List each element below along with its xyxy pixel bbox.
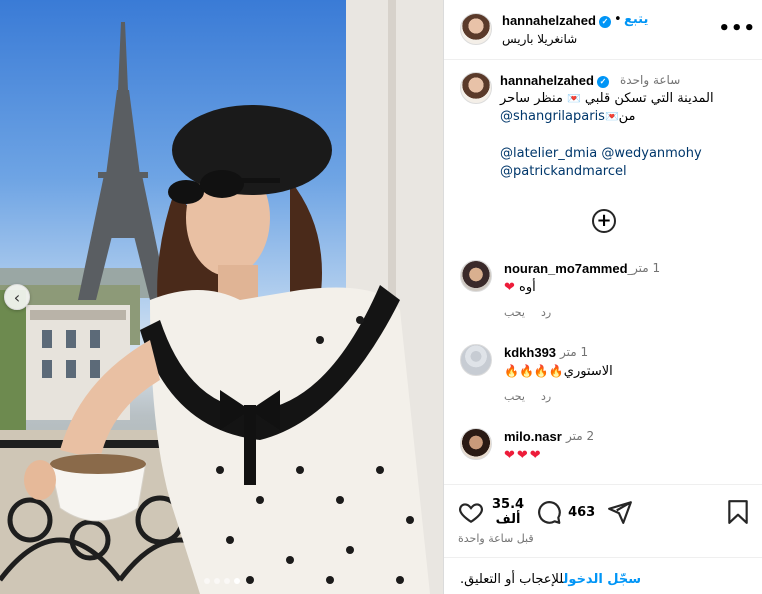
comment-username[interactable]: milo.nasr <box>504 429 562 444</box>
carousel-dot <box>213 578 220 584</box>
carousel-indicator <box>0 578 443 584</box>
envelope-heart-emoji-icon: 💌 <box>604 110 619 123</box>
share-icon[interactable] <box>607 499 633 525</box>
comment-like-button[interactable]: يحب <box>504 306 525 319</box>
verified-badge-icon: ✓ <box>598 15 611 28</box>
comment-reply-button[interactable]: رد <box>541 390 551 403</box>
post-side-panel: hannahelzahed ✓ • يتبع شانغريلا باريس •••… <box>443 0 762 594</box>
caption-text-part1: المدينة التي تسكن قلبي <box>584 91 714 106</box>
caption-tags-line1[interactable]: @latelier_dmia @wedyanmohy <box>500 145 750 163</box>
comment-time: 1 متر <box>632 261 661 275</box>
location-link[interactable]: شانغريلا باريس <box>502 32 577 46</box>
comment-avatar[interactable] <box>460 428 492 460</box>
login-prompt: سجّل الدخولللإعجاب أو التعليق. <box>460 572 641 587</box>
comment-actions: يحب رد <box>504 306 551 319</box>
author-username-text[interactable]: hannahelzahed <box>502 13 596 28</box>
verified-badge-icon: ✓ <box>596 75 609 88</box>
author-username[interactable]: hannahelzahed ✓ <box>502 13 611 28</box>
comment-icon[interactable] <box>536 499 562 525</box>
comment-username[interactable]: kdkh393 <box>504 345 556 360</box>
caption-time: ساعة واحدة <box>620 73 681 87</box>
caption-text-part2: منظر ساحر <box>500 91 563 106</box>
caption-author-avatar[interactable] <box>460 72 492 104</box>
post-photo: ‹ <box>0 0 443 594</box>
carousel-dot-active <box>233 578 240 584</box>
heart-icon[interactable] <box>458 499 484 525</box>
caption-text-line1: المدينة التي تسكن قلبي 💌 منظر ساحر <box>500 91 730 106</box>
carousel-dot <box>203 578 210 584</box>
comment-text-body: الاستوري <box>563 364 613 379</box>
action-row: 35.4 ألف 463 <box>458 497 633 527</box>
comment-like-button[interactable]: يحب <box>504 390 525 403</box>
caption-username-text[interactable]: hannahelzahed <box>500 73 594 88</box>
comment-text: 🔥🔥🔥🔥الاستوري <box>504 364 613 379</box>
comment-item: nouran_mo7ammed_ 1 متر ❤ أوه يحب رد <box>444 260 762 340</box>
comment-text: ❤❤❤ <box>504 448 543 463</box>
posted-time: قبل ساعة واحدة <box>458 532 534 545</box>
comment-reply-button[interactable]: رد <box>541 306 551 319</box>
comment-time: 2 متر <box>566 429 595 443</box>
comment-text: ❤ أوه <box>504 280 536 295</box>
envelope-heart-emoji-icon: 💌 <box>567 92 581 105</box>
caption-username[interactable]: hannahelzahed ✓ <box>500 73 609 88</box>
comments-count[interactable]: 463 <box>568 505 595 520</box>
author-avatar[interactable] <box>460 13 492 45</box>
fire-emoji-icon: 🔥🔥🔥🔥 <box>504 364 564 378</box>
comment-time: 1 متر <box>560 345 589 359</box>
follow-button[interactable]: يتبع <box>624 12 648 27</box>
heart-emoji-icon: ❤❤❤ <box>504 448 543 463</box>
likes-count[interactable]: 35.4 ألف <box>492 497 524 527</box>
comment-avatar-default[interactable] <box>460 344 492 376</box>
likes-count-unit[interactable]: ألف <box>492 512 524 527</box>
mention-shangrilaparis[interactable]: @shangrilaparis <box>500 109 605 124</box>
carousel-prev-button[interactable]: ‹ <box>4 284 30 310</box>
likes-count-number[interactable]: 35.4 <box>492 497 524 512</box>
photo-scene <box>0 0 443 594</box>
login-prompt-text: للإعجاب أو التعليق. <box>460 572 564 587</box>
bookmark-icon[interactable] <box>725 499 751 525</box>
more-options-icon[interactable]: ••• <box>718 18 756 39</box>
plus-circle-icon[interactable]: + <box>592 209 616 233</box>
separator-dot: • <box>614 12 622 27</box>
comment-username[interactable]: nouran_mo7ammed_ <box>504 261 635 276</box>
caption-tags-line2[interactable]: @patrickandmarcel <box>500 163 750 181</box>
login-link[interactable]: سجّل الدخول <box>564 572 642 587</box>
login-prompt-bar: سجّل الدخولللإعجاب أو التعليق. <box>444 557 762 594</box>
post-header: hannahelzahed ✓ • يتبع شانغريلا باريس ••• <box>444 0 762 60</box>
post-caption: hannahelzahed ✓ ساعة واحدة المدينة التي ت… <box>444 61 762 211</box>
heart-emoji-icon: ❤ <box>504 280 515 295</box>
post-actions: 35.4 ألف 463 قبل ساعة واحدة سجّل الدخولل… <box>444 484 762 594</box>
caption-text-part3: من <box>618 109 636 124</box>
comment-actions: يحب رد <box>504 390 551 403</box>
comment-item: kdkh393 1 متر 🔥🔥🔥🔥الاستوري يحب رد <box>444 344 762 424</box>
comment-text-body: أوه <box>519 280 536 295</box>
carousel-dot <box>223 578 230 584</box>
eiffel-tower-shape <box>78 22 168 300</box>
caption-tags: @latelier_dmia @wedyanmohy @patrickandma… <box>500 145 750 181</box>
comment-avatar[interactable] <box>460 260 492 292</box>
caption-text-line2: @shangrilaparis💌من <box>500 109 636 124</box>
